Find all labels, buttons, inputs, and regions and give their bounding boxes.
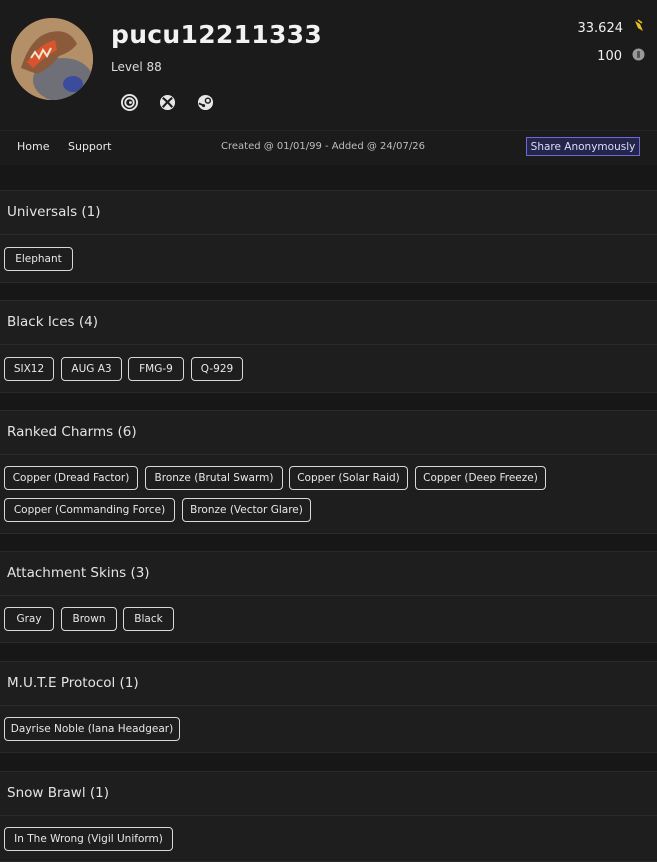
navbar: Home Support Created @ 01/01/99 - Added … [0, 130, 657, 165]
renown-balance: 33.624 [578, 19, 646, 37]
share-anonymously-button[interactable]: Share Anonymously [526, 137, 640, 156]
item-tag[interactable]: Dayrise Noble (Iana Headgear) [4, 717, 180, 741]
section-items-snow-brawl: In The Wrong (Vigil Uniform) [0, 816, 657, 862]
section-header-universals: Universals (1) [0, 190, 657, 235]
steam-icon[interactable] [196, 93, 214, 111]
section-header-ranked-charms: Ranked Charms (6) [0, 410, 657, 455]
player-level: Level 88 [111, 60, 162, 74]
item-tag[interactable]: In The Wrong (Vigil Uniform) [4, 827, 173, 851]
item-tag[interactable]: Bronze (Brutal Swarm) [145, 466, 283, 490]
item-tag[interactable]: Copper (Deep Freeze) [415, 466, 546, 490]
coin-balance: 100 [597, 48, 645, 65]
renown-value: 33.624 [577, 20, 624, 36]
section-header-snow-brawl: Snow Brawl (1) [0, 771, 657, 816]
section-title: Universals (1) [7, 204, 101, 220]
nav-home-link[interactable]: Home [17, 140, 49, 153]
item-tag[interactable]: Bronze (Vector Glare) [182, 498, 311, 522]
section-title: Black Ices (4) [7, 314, 98, 330]
xbox-icon[interactable] [158, 93, 176, 111]
item-tag[interactable]: Copper (Dread Factor) [4, 466, 138, 490]
item-tag[interactable]: Gray [4, 607, 54, 631]
ubisoft-icon[interactable] [120, 93, 138, 111]
item-tag[interactable]: SIX12 [4, 357, 54, 381]
section-items-attachment-skins: Gray Brown Black [0, 596, 657, 643]
item-tag[interactable]: Brown [61, 607, 117, 631]
nav-support-link[interactable]: Support [68, 140, 111, 153]
section-title: Snow Brawl (1) [7, 785, 110, 801]
section-items-black-ices: SIX12 AUG A3 FMG-9 Q-929 [0, 345, 657, 393]
section-title: M.U.T.E Protocol (1) [7, 675, 139, 691]
renown-icon [633, 19, 645, 37]
item-tag[interactable]: Q-929 [191, 357, 243, 381]
item-tag[interactable]: Black [123, 607, 174, 631]
section-header-black-ices: Black Ices (4) [0, 300, 657, 345]
section-header-attachment-skins: Attachment Skins (3) [0, 551, 657, 596]
section-header-mute-protocol: M.U.T.E Protocol (1) [0, 661, 657, 706]
coin-icon [632, 48, 645, 65]
section-title: Attachment Skins (3) [7, 565, 150, 581]
platform-links [120, 93, 214, 111]
section-items-mute-protocol: Dayrise Noble (Iana Headgear) [0, 706, 657, 753]
item-tag[interactable]: Elephant [4, 247, 73, 271]
avatar [11, 18, 93, 100]
section-title: Ranked Charms (6) [7, 424, 137, 440]
item-tag[interactable]: Copper (Commanding Force) [4, 498, 175, 522]
coin-value: 100 [597, 49, 622, 64]
item-tag[interactable]: FMG-9 [128, 357, 184, 381]
section-items-universals: Elephant [0, 235, 657, 283]
account-dates: Created @ 01/01/99 - Added @ 24/07/26 [221, 141, 425, 152]
profile-header: pucu12211333 Level 88 33.624 100 [0, 0, 657, 130]
username: pucu12211333 [111, 20, 323, 49]
section-items-ranked-charms: Copper (Dread Factor) Bronze (Brutal Swa… [0, 455, 657, 534]
item-tag[interactable]: Copper (Solar Raid) [289, 466, 408, 490]
item-tag[interactable]: AUG A3 [61, 357, 122, 381]
